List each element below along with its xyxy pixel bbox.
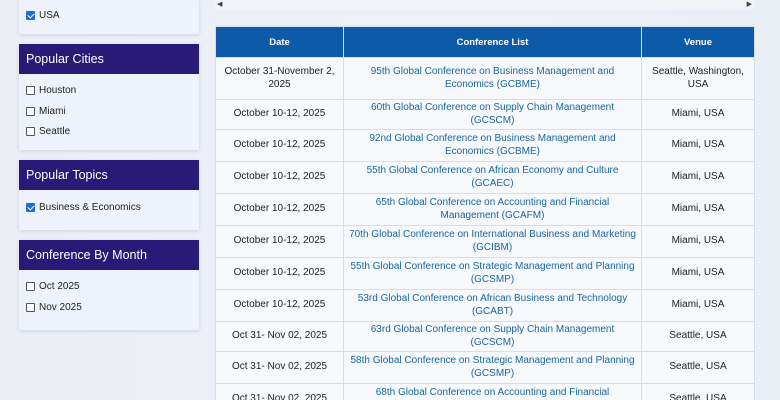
- conference-link[interactable]: 63rd Global Conference on Supply Chain M…: [371, 324, 615, 348]
- filter-topic-label: Business & Economics: [39, 201, 141, 213]
- header-date[interactable]: Date: [215, 26, 344, 58]
- filter-month-oct-2025[interactable]: Oct 2025: [26, 277, 199, 298]
- header-conference-list[interactable]: Conference List: [343, 26, 642, 58]
- popular-cities-card: Popular Cities Houston Miami Seattle: [19, 43, 199, 150]
- table-row: Oct 31- Nov 02, 2025 68th Global Confere…: [215, 383, 755, 400]
- table-row: October 31-November 2, 2025 95th Global …: [215, 57, 755, 100]
- conference-table: Date Conference List Venue October 31-No…: [215, 26, 755, 400]
- filter-city-label: Seattle: [39, 126, 71, 138]
- table-row: October 10-12, 2025 60th Global Conferen…: [215, 99, 755, 130]
- table-row: October 10-12, 2025 92nd Global Conferen…: [215, 129, 755, 162]
- cell-date: October 10-12, 2025: [215, 289, 344, 322]
- horizontal-scrollbar[interactable]: ◀ ▶: [215, 0, 754, 10]
- filter-city-label: Houston: [39, 85, 77, 97]
- arrow-left-icon[interactable]: ◀: [217, 0, 222, 10]
- checkbox-usa[interactable]: [26, 10, 35, 20]
- cell-date: October 10-12, 2025: [215, 129, 344, 162]
- checkbox-houston[interactable]: [26, 86, 35, 96]
- filter-city-houston[interactable]: Houston: [26, 81, 199, 102]
- table-row: October 10-12, 2025 55th Global Conferen…: [215, 257, 755, 290]
- filter-city-label: Miami: [39, 105, 66, 117]
- table-row: October 10-12, 2025 70th Global Conferen…: [215, 225, 755, 258]
- table-row: October 10-12, 2025 53rd Global Conferen…: [215, 289, 755, 322]
- cell-date: October 31-November 2, 2025: [215, 57, 344, 100]
- cell-venue: Miami, USA: [641, 99, 755, 130]
- cell-venue: Miami, USA: [641, 193, 755, 226]
- filter-month-nov-2025[interactable]: Nov 2025: [26, 297, 199, 318]
- conference-link[interactable]: 55th Global Conference on Strategic Mana…: [350, 261, 634, 285]
- cell-date: October 10-12, 2025: [215, 193, 344, 226]
- popular-topics-card: Popular Topics Business & Economics: [19, 160, 199, 230]
- conference-link[interactable]: 70th Global Conference on International …: [349, 229, 636, 253]
- conference-table-wrapper: Date Conference List Venue October 31-No…: [215, 26, 755, 400]
- cell-venue: Seattle, USA: [641, 383, 755, 400]
- filter-month-label: Nov 2025: [39, 301, 82, 313]
- checkbox-miami[interactable]: [26, 106, 35, 116]
- by-month-card: Conference By Month Oct 2025 Nov 2025: [19, 239, 199, 330]
- cell-venue: Seattle, USA: [641, 351, 755, 384]
- cell-venue: Miami, USA: [641, 257, 755, 290]
- by-month-title: Conference By Month: [19, 239, 199, 270]
- popular-cities-title: Popular Cities: [19, 43, 199, 74]
- cell-date: Oct 31- Nov 02, 2025: [215, 383, 344, 400]
- cell-date: October 10-12, 2025: [215, 257, 344, 290]
- table-row: October 10-12, 2025 65th Global Conferen…: [215, 193, 755, 226]
- table-row: October 10-12, 2025 55th Global Conferen…: [215, 161, 755, 194]
- conference-link[interactable]: 58th Global Conference on Strategic Mana…: [350, 355, 634, 379]
- cell-date: October 10-12, 2025: [215, 161, 344, 194]
- cell-venue: Miami, USA: [641, 225, 755, 258]
- country-filter-card: USA: [19, 0, 199, 34]
- table-row: Oct 31- Nov 02, 2025 63rd Global Confere…: [215, 321, 755, 352]
- cell-date: October 10-12, 2025: [215, 225, 344, 258]
- cell-date: Oct 31- Nov 02, 2025: [215, 351, 344, 384]
- filter-usa[interactable]: USA: [26, 5, 199, 26]
- cell-venue: Miami, USA: [641, 161, 755, 194]
- table-row: Oct 31- Nov 02, 2025 58th Global Confere…: [215, 351, 755, 384]
- conference-link[interactable]: 55th Global Conference on African Econom…: [367, 165, 619, 189]
- conference-link[interactable]: 68th Global Conference on Accounting and…: [376, 387, 610, 400]
- checkbox-seattle[interactable]: [26, 127, 35, 137]
- conference-link[interactable]: 60th Global Conference on Supply Chain M…: [371, 102, 614, 126]
- filter-month-label: Oct 2025: [39, 281, 80, 293]
- filter-usa-label: USA: [39, 9, 60, 21]
- header-venue[interactable]: Venue: [641, 26, 755, 58]
- popular-topics-title: Popular Topics: [19, 160, 199, 190]
- arrow-right-icon[interactable]: ▶: [747, 0, 752, 10]
- conference-link[interactable]: 65th Global Conference on Accounting and…: [376, 197, 610, 221]
- cell-date: October 10-12, 2025: [215, 99, 344, 130]
- cell-venue: Seattle, Washington, USA: [641, 57, 755, 100]
- checkbox-oct-2025[interactable]: [26, 282, 35, 292]
- cell-venue: Seattle, USA: [641, 321, 755, 352]
- filter-city-seattle[interactable]: Seattle: [26, 122, 199, 143]
- checkbox-business-economics[interactable]: [26, 202, 35, 212]
- table-header-row: Date Conference List Venue: [215, 26, 755, 58]
- conference-link[interactable]: 95th Global Conference on Business Manag…: [371, 66, 615, 90]
- filter-topic-business-economics[interactable]: Business & Economics: [26, 197, 199, 218]
- filter-city-miami[interactable]: Miami: [26, 101, 199, 122]
- conference-link[interactable]: 92nd Global Conference on Business Manag…: [369, 133, 615, 157]
- sidebar: USA Popular Cities Houston Miami Seattle…: [19, 0, 199, 340]
- cell-venue: Miami, USA: [641, 289, 755, 322]
- cell-venue: Miami, USA: [641, 129, 755, 162]
- checkbox-nov-2025[interactable]: [26, 302, 35, 312]
- conference-link[interactable]: 53rd Global Conference on African Busine…: [358, 293, 627, 317]
- cell-date: Oct 31- Nov 02, 2025: [215, 321, 344, 352]
